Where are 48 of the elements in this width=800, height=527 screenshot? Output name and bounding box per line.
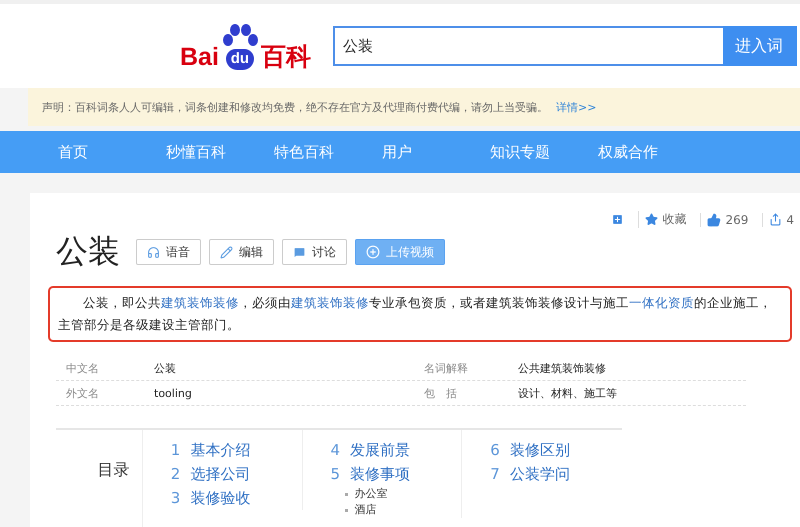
catalog-item[interactable]: 1 基本介绍 xyxy=(170,438,302,462)
toolbar-button[interactable]: 编辑 xyxy=(209,239,274,265)
entry-link[interactable]: 建筑装饰装修 xyxy=(161,295,239,310)
thumbs-up-icon xyxy=(707,212,722,226)
nav-item[interactable]: 秒懂百科 xyxy=(166,131,274,173)
plus-icon xyxy=(611,213,624,226)
like-button[interactable]: 269 xyxy=(700,212,754,226)
plus-circle-icon xyxy=(366,245,380,259)
info-value: 设计、材料、施工等 xyxy=(518,386,618,400)
summary-paragraph: 公装，即公共建筑装饰装修，必须由建筑装饰装修专业承包资质，或者建筑装饰装修设计与施工一体化资质的企业施工，主管部分是各级建设主管部门。 xyxy=(48,286,792,342)
nav-item[interactable]: 首页 xyxy=(58,131,166,173)
info-value: tooling xyxy=(154,386,193,400)
info-label: 外文名 xyxy=(66,386,100,400)
notice-text: 声明：百科词条人人可编辑，词条创建和修改均免费，绝不存在官方及代理商付费代编，请勿上当受骗。 xyxy=(42,100,548,114)
chat-icon xyxy=(293,246,306,258)
catalog-item[interactable]: 6 装修区别 xyxy=(490,438,622,462)
details-link[interactable]: 详情>> xyxy=(556,100,596,114)
nav-item[interactable]: 权威合作 xyxy=(598,131,706,173)
favorite-button[interactable]: 收藏 xyxy=(638,211,692,228)
catalog-subitem[interactable]: 办公室 xyxy=(344,486,462,502)
pencil-icon xyxy=(220,246,233,258)
catalog-item[interactable]: 4 发展前景 xyxy=(330,438,462,462)
catalog-item[interactable]: 2 选择公司 xyxy=(170,462,302,486)
entry-link[interactable]: 一体化资质 xyxy=(629,295,694,310)
info-label: 名词解释 xyxy=(424,360,469,376)
catalog-item[interactable]: 3 装修验收 xyxy=(170,486,302,510)
catalog-item[interactable]: 7 公装学问 xyxy=(490,462,622,486)
share-icon xyxy=(769,213,782,226)
catalog-title: 目录 xyxy=(56,430,143,527)
toolbar-button[interactable]: 语音 xyxy=(136,239,201,265)
catalog-item[interactable]: 5 装修事项 xyxy=(330,462,462,486)
catalog-subitem[interactable]: 酒店 xyxy=(344,502,462,518)
share-button[interactable]: 4 xyxy=(762,212,800,226)
nav-item[interactable]: 特色百科 xyxy=(274,131,382,173)
nav-item[interactable]: 知识专题 xyxy=(490,131,598,173)
info-label: 包 括 xyxy=(424,386,458,400)
info-label: 中文名 xyxy=(66,360,100,376)
toolbar-button[interactable]: 讨论 xyxy=(282,239,347,265)
logo: Bai du 百科 xyxy=(180,22,311,70)
info-value: 公共建筑装饰装修 xyxy=(518,360,607,376)
search-field[interactable]: 公装 xyxy=(332,26,723,66)
nav-item[interactable]: 用户 xyxy=(382,131,490,173)
entry-title: 公装 xyxy=(56,231,120,272)
headphones-icon xyxy=(147,246,160,258)
info-value: 公装 xyxy=(154,360,177,376)
entry-link[interactable]: 建筑装饰装修 xyxy=(291,295,369,310)
star-icon xyxy=(645,213,658,226)
enter-entry-button[interactable]: 进入词 xyxy=(722,26,797,66)
